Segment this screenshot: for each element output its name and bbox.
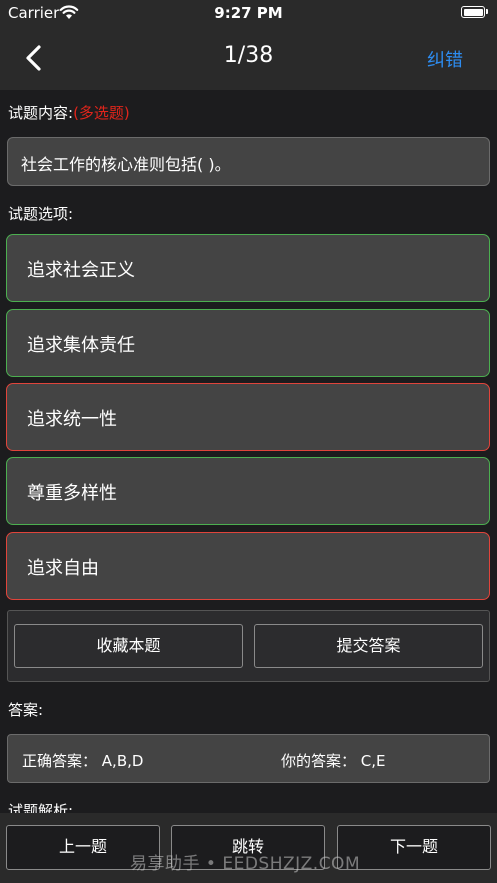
option-c[interactable]: 追求统一性 (6, 383, 490, 451)
your-answer: 你的答案： C,E (281, 750, 386, 771)
analysis-label: 试题解析: (8, 802, 74, 813)
option-e[interactable]: 追求自由 (6, 532, 490, 600)
your-answer-label: 你的答案： (281, 752, 357, 770)
next-question-button[interactable]: 下一题 (337, 825, 491, 870)
question-type-tag: (多选题) (73, 104, 130, 122)
your-answer-value: C,E (360, 752, 386, 770)
question-content[interactable]: 试题内容:(多选题) 社会工作的核心准则包括( )。 试题选项: 追求社会正义 … (0, 90, 497, 813)
action-panel: 收藏本题 提交答案 (7, 610, 490, 682)
clock: 9:27 PM (214, 4, 283, 22)
submit-answer-button[interactable]: 提交答案 (254, 624, 483, 668)
question-text-box: 社会工作的核心准则包括( )。 (7, 137, 490, 186)
option-a[interactable]: 追求社会正义 (6, 234, 490, 302)
correct-answer: 正确答案： A,B,D (22, 750, 143, 771)
options-label: 试题选项: (8, 205, 74, 223)
prev-question-button[interactable]: 上一题 (6, 825, 160, 870)
option-label: 追求社会正义 (27, 260, 135, 281)
question-content-label: 试题内容: (8, 104, 74, 122)
battery-icon (461, 6, 485, 18)
bottom-toolbar: 上一题 跳转 下一题 (0, 813, 497, 883)
status-bar: Carrier 9:27 PM (0, 0, 497, 26)
nav-bar: 1/38 纠错 (0, 26, 497, 90)
option-label: 尊重多样性 (27, 483, 117, 504)
jump-button[interactable]: 跳转 (171, 825, 325, 870)
battery-tip (486, 9, 488, 14)
option-label: 追求统一性 (27, 409, 117, 430)
correct-answer-label: 正确答案： (22, 752, 98, 770)
option-label: 追求集体责任 (27, 335, 135, 356)
question-label-row: 试题内容:(多选题) (8, 102, 130, 123)
option-b[interactable]: 追求集体责任 (6, 309, 490, 377)
report-error-button[interactable]: 纠错 (427, 46, 463, 72)
correct-answer-value: A,B,D (101, 752, 144, 770)
question-counter: 1/38 (223, 43, 274, 68)
answer-box: 正确答案： A,B,D 你的答案： C,E (7, 734, 490, 783)
question-text: 社会工作的核心准则包括( )。 (21, 155, 231, 174)
option-d[interactable]: 尊重多样性 (6, 457, 490, 525)
answer-label: 答案: (8, 701, 44, 719)
favorite-button[interactable]: 收藏本题 (14, 624, 243, 668)
option-label: 追求自由 (27, 558, 99, 579)
